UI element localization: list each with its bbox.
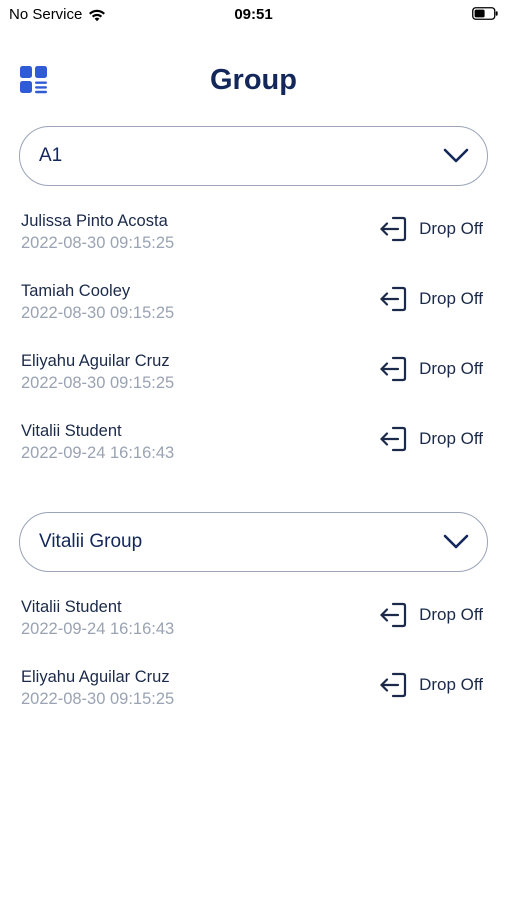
drop-off-button[interactable]: Drop Off xyxy=(379,216,483,242)
drop-off-label: Drop Off xyxy=(419,605,483,624)
drop-off-icon xyxy=(380,286,407,312)
member-name: Vitalii Student xyxy=(21,422,122,440)
drop-off-label: Drop Off xyxy=(419,675,483,694)
group-dropdown[interactable]: A1 xyxy=(19,126,488,186)
drop-off-icon xyxy=(380,356,407,382)
member-timestamp: 2022-08-30 09:15:25 xyxy=(21,234,175,252)
member-row: Vitalii Student 2022-09-24 16:16:43 Drop… xyxy=(21,422,486,492)
drop-off-button[interactable]: Drop Off xyxy=(379,356,483,382)
drop-off-icon xyxy=(380,602,407,628)
member-list: Vitalii Student 2022-09-24 16:16:43 Drop… xyxy=(0,598,507,738)
member-timestamp: 2022-08-30 09:15:25 xyxy=(21,374,175,392)
member-row: Eliyahu Aguilar Cruz 2022-08-30 09:15:25… xyxy=(21,668,486,738)
member-timestamp: 2022-08-30 09:15:25 xyxy=(21,304,175,322)
drop-off-icon xyxy=(380,672,407,698)
chevron-down-icon xyxy=(443,534,469,549)
member-timestamp: 2022-09-24 16:16:43 xyxy=(21,444,175,462)
group-list: A1 Julissa Pinto Acosta 2022-08-30 09:15… xyxy=(0,126,507,758)
header: Group xyxy=(0,52,507,108)
chevron-down-icon xyxy=(443,148,469,163)
drop-off-icon xyxy=(380,216,407,242)
member-timestamp: 2022-09-24 16:16:43 xyxy=(21,620,175,638)
status-time: 09:51 xyxy=(234,6,273,23)
group-dropdown[interactable]: Vitalii Group xyxy=(19,512,488,572)
battery-icon xyxy=(472,7,498,20)
member-list: Julissa Pinto Acosta 2022-08-30 09:15:25… xyxy=(0,212,507,492)
drop-off-button[interactable]: Drop Off xyxy=(379,426,483,452)
member-name: Eliyahu Aguilar Cruz xyxy=(21,668,170,686)
drop-off-label: Drop Off xyxy=(419,289,483,308)
drop-off-label: Drop Off xyxy=(419,219,483,238)
drop-off-label: Drop Off xyxy=(419,429,483,448)
member-name: Tamiah Cooley xyxy=(21,282,131,300)
member-row: Julissa Pinto Acosta 2022-08-30 09:15:25… xyxy=(21,212,486,282)
group-dropdown-label: A1 xyxy=(39,145,63,166)
drop-off-button[interactable]: Drop Off xyxy=(379,286,483,312)
member-timestamp: 2022-08-30 09:15:25 xyxy=(21,690,175,708)
member-row: Vitalii Student 2022-09-24 16:16:43 Drop… xyxy=(21,598,486,668)
member-name: Vitalii Student xyxy=(21,598,122,616)
group-dropdown-label: Vitalii Group xyxy=(39,531,143,552)
group-section: A1 Julissa Pinto Acosta 2022-08-30 09:15… xyxy=(0,126,507,492)
drop-off-button[interactable]: Drop Off xyxy=(379,672,483,698)
status-bar: No Service 09:51 xyxy=(0,0,507,28)
page-title: Group xyxy=(210,64,297,96)
member-row: Eliyahu Aguilar Cruz 2022-08-30 09:15:25… xyxy=(21,352,486,422)
member-name: Julissa Pinto Acosta xyxy=(21,212,168,230)
member-name: Eliyahu Aguilar Cruz xyxy=(21,352,170,370)
drop-off-button[interactable]: Drop Off xyxy=(379,602,483,628)
drop-off-label: Drop Off xyxy=(419,359,483,378)
group-section: Vitalii Group Vitalii Student 2022-09-24… xyxy=(0,512,507,738)
drop-off-icon xyxy=(380,426,407,452)
member-row: Tamiah Cooley 2022-08-30 09:15:25 Drop O… xyxy=(21,282,486,352)
